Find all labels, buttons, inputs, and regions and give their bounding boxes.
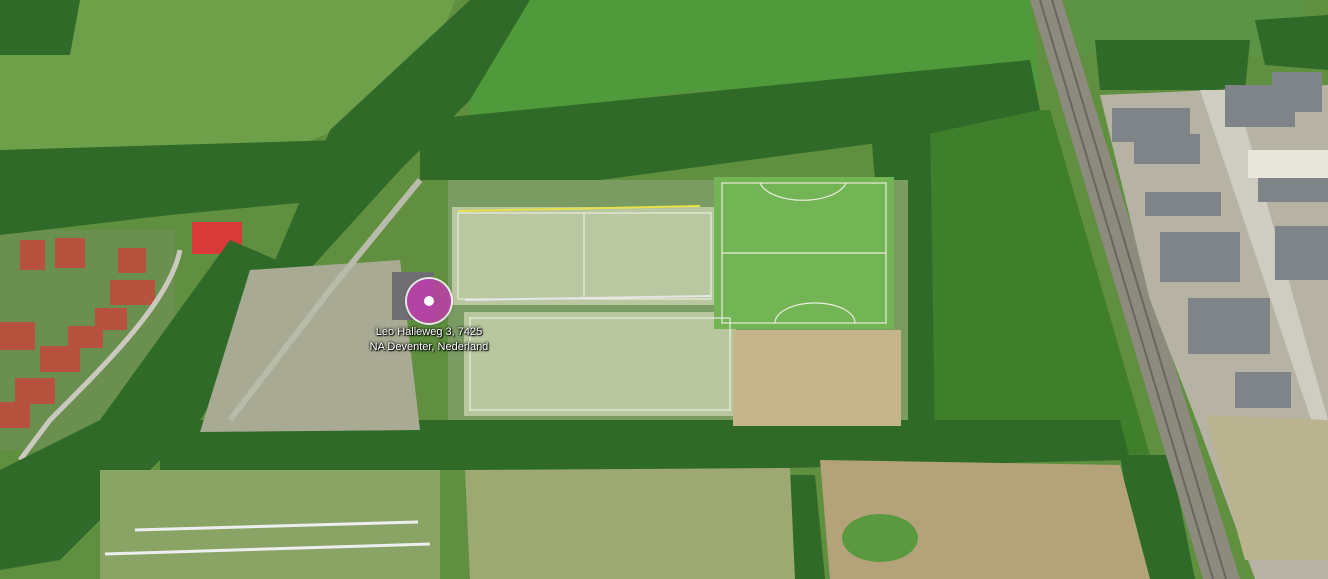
field-south — [465, 468, 795, 579]
sports-complex — [448, 177, 908, 426]
location-pin-icon[interactable] — [407, 279, 451, 323]
pin-center-dot — [424, 296, 434, 306]
field-southwest — [100, 470, 440, 579]
address-label: Leo Halleweg 3, 7425 NA Deventer, Nederl… — [340, 325, 518, 355]
address-line-1: Leo Halleweg 3, 7425 — [375, 326, 483, 338]
aerial-imagery — [0, 0, 1328, 579]
address-line-2: NA Deventer, Nederland — [369, 341, 489, 353]
dry-field — [733, 330, 901, 426]
grass-circle — [842, 514, 918, 562]
aerial-map[interactable]: Leo Halleweg 3, 7425 NA Deventer, Nederl… — [0, 0, 1328, 579]
